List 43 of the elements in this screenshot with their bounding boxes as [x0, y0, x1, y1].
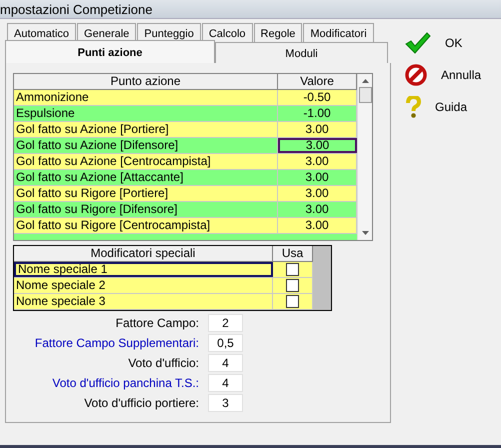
table-cell[interactable]: Gol fatto su Rigore [Difensore]: [14, 202, 278, 217]
table-cell[interactable]: Gol fatto su Azione [Portiere]: [14, 122, 278, 137]
field-label: Fattore Campo Supplementari:: [34, 336, 200, 350]
scrollbar[interactable]: [357, 74, 372, 240]
window-title: mpostazioni Competizione: [0, 2, 152, 16]
checkmark-icon: [405, 32, 431, 54]
ok-button[interactable]: OK: [405, 31, 485, 55]
column-header[interactable]: Punto azione: [14, 74, 278, 89]
tab[interactable]: Punti azione: [5, 40, 215, 63]
checkbox[interactable]: [286, 295, 299, 308]
table-cell[interactable]: Gol fatto su Rigore [Portiere]: [14, 186, 278, 201]
checkbox[interactable]: [286, 263, 299, 276]
table-cell[interactable]: Gol fatto su Azione [Difensore]: [14, 138, 278, 153]
tab[interactable]: Regole: [254, 23, 302, 43]
scroll-thumb[interactable]: [358, 87, 372, 103]
help-button[interactable]: Guida: [405, 95, 485, 119]
table-cell[interactable]: Gol fatto su Azione [Attaccante]: [14, 170, 278, 185]
scroll-up-icon[interactable]: [362, 79, 368, 83]
column-header[interactable]: Usa: [273, 246, 313, 261]
table-cell[interactable]: Nome speciale 1: [14, 262, 273, 277]
table-cell[interactable]: 3.00: [278, 138, 357, 153]
input-field[interactable]: 4: [208, 354, 243, 372]
tab[interactable]: Calcolo: [202, 23, 253, 43]
input-field[interactable]: 4: [208, 374, 243, 392]
table-cell[interactable]: Espulsione: [14, 106, 278, 121]
input-field[interactable]: 3: [208, 394, 243, 412]
table-cell[interactable]: Gol fatto su Rigore [Centrocampista]: [14, 218, 278, 233]
field-label: Voto d'ufficio:: [127, 356, 200, 370]
column-header[interactable]: Modificatori speciali: [14, 246, 273, 261]
field-label: Voto d'ufficio portiere:: [83, 396, 200, 410]
field-label: Fattore Campo:: [114, 316, 200, 330]
table-cell[interactable]: Ammonizione: [14, 90, 278, 105]
checkbox[interactable]: [286, 279, 299, 292]
tab[interactable]: Modificatori: [303, 23, 374, 43]
tab[interactable]: Moduli: [215, 42, 388, 63]
table-cell[interactable]: Gol fatto su Azione [Centrocampista]: [14, 154, 278, 169]
input-field[interactable]: 2: [208, 314, 243, 332]
question-mark-icon: [405, 96, 421, 118]
prohibited-icon: [405, 64, 427, 86]
cancel-button[interactable]: Annulla: [405, 63, 485, 87]
scroll-down-icon[interactable]: [362, 231, 368, 235]
field-label: Voto d'ufficio panchina T.S.:: [51, 376, 200, 390]
input-field[interactable]: 0,5: [208, 334, 243, 352]
